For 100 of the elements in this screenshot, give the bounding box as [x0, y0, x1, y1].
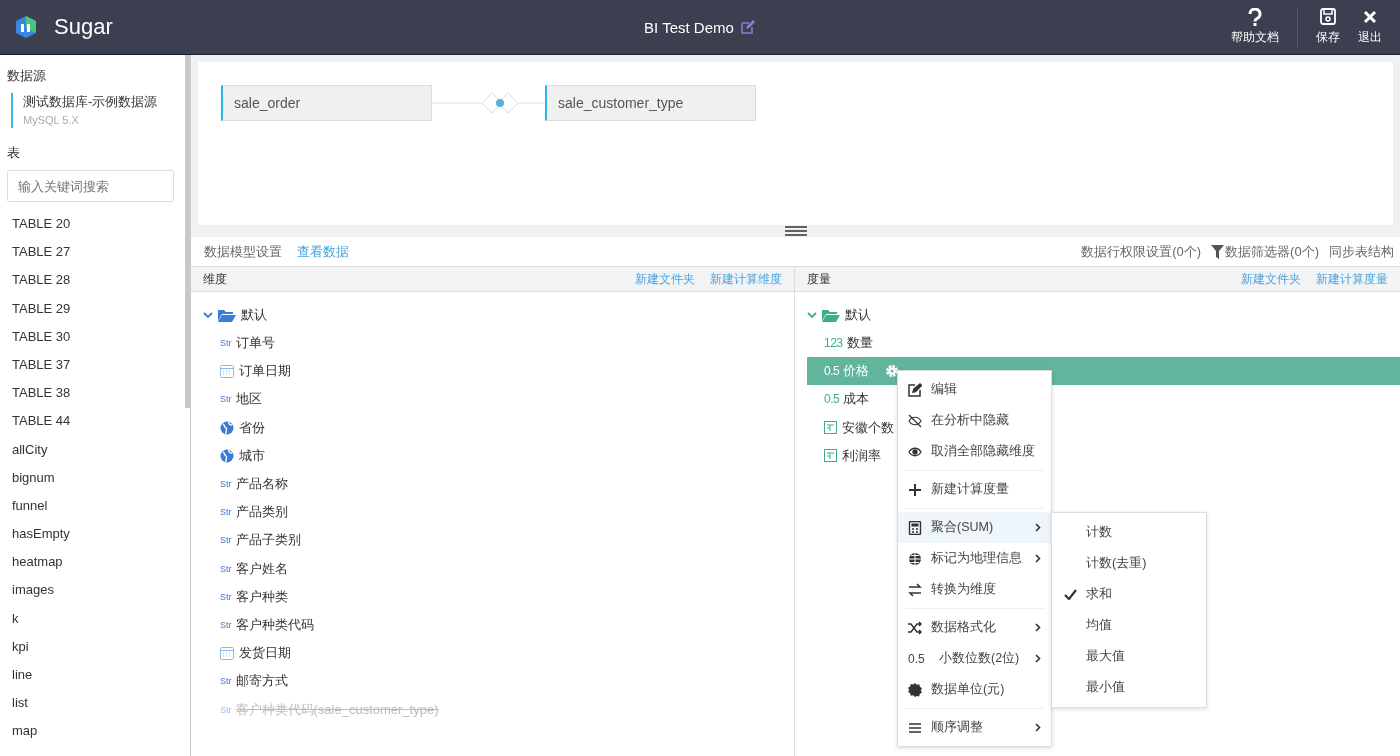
table-item[interactable]: TABLE 29: [7, 294, 185, 323]
type-label: Str: [220, 479, 232, 490]
table-item[interactable]: images: [7, 576, 185, 605]
scrollbar[interactable]: [185, 55, 190, 408]
filter-button[interactable]: 数据筛选器(0个): [1211, 242, 1319, 261]
edit-icon[interactable]: [739, 19, 756, 35]
table-item[interactable]: k: [7, 604, 185, 633]
close-icon: [1362, 8, 1378, 26]
type-label: Str: [220, 704, 232, 715]
table-item[interactable]: map: [7, 717, 185, 746]
save-button[interactable]: 保存: [1310, 8, 1346, 46]
exit-button[interactable]: 退出: [1352, 8, 1388, 46]
table-item[interactable]: heatmap: [7, 548, 185, 577]
table-item[interactable]: bignum: [7, 463, 185, 492]
table-item[interactable]: TABLE 30: [7, 322, 185, 351]
dimension-item[interactable]: Str 产品类别: [203, 498, 288, 527]
dimension-item[interactable]: Str 客户姓名: [203, 554, 288, 583]
dimension-item[interactable]: 城市: [203, 441, 265, 470]
table-item[interactable]: TABLE 27: [7, 238, 185, 267]
dimension-item[interactable]: 订单日期: [203, 357, 291, 386]
panel-title: 度量: [807, 270, 831, 288]
formula-icon: [824, 449, 837, 463]
table-item[interactable]: hasEmpty: [7, 520, 185, 549]
menu-item[interactable]: 聚合(SUM): [898, 512, 1051, 543]
help-button[interactable]: 帮助文档: [1225, 8, 1285, 46]
globe-icon: [220, 420, 234, 435]
section-heading: 表: [7, 144, 21, 162]
table-item[interactable]: funnel: [7, 491, 185, 521]
table-item[interactable]: TABLE 37: [7, 350, 185, 380]
submenu-item[interactable]: 最大值: [1052, 641, 1206, 672]
drag-handle-icon[interactable]: [784, 226, 807, 236]
swap-arrows-icon: [908, 582, 922, 597]
type-label: Str: [220, 563, 232, 574]
section-heading: 数据源: [7, 67, 47, 85]
submenu-item[interactable]: 最小值: [1052, 672, 1206, 703]
type-label: 0.5: [824, 392, 840, 407]
menu-item[interactable]: 顺序调整: [898, 712, 1051, 743]
menu-item[interactable]: 标记为地理信息: [898, 543, 1051, 574]
globe-icon: [908, 551, 922, 566]
caret-icon: [1035, 723, 1041, 732]
table-item[interactable]: list: [7, 689, 185, 718]
dimension-item[interactable]: Str 客户种类: [203, 582, 288, 611]
datasource-type: MySQL 5.X: [23, 114, 80, 126]
eye-slash-icon: [908, 413, 922, 428]
table-item[interactable]: allCity: [7, 435, 185, 464]
caret-icon: [1035, 654, 1041, 663]
calendar-icon: [220, 646, 234, 661]
toolbar-link[interactable]: 数据行权限设置(0个): [1081, 242, 1202, 261]
menu-item[interactable]: 新建计算度量: [898, 474, 1051, 505]
panel-title: 维度: [203, 270, 227, 288]
table-item[interactable]: TABLE 44: [7, 407, 185, 436]
type-label: 123: [824, 336, 843, 351]
filter-icon: [1211, 244, 1225, 259]
table-item[interactable]: kpi: [7, 632, 185, 661]
edit-icon: [908, 382, 922, 397]
table-node[interactable]: sale_customer_type: [545, 85, 756, 121]
search-field[interactable]: 输入关键词搜索: [7, 170, 174, 202]
table-item[interactable]: line: [7, 661, 185, 690]
section-title: 数据模型设置: [204, 242, 282, 261]
type-label: 0.5: [824, 364, 840, 379]
table-node[interactable]: sale_order: [221, 85, 432, 121]
menu-item[interactable]: 数据单位(元): [898, 674, 1051, 705]
menu-item[interactable]: 取消全部隐藏维度: [898, 436, 1051, 467]
measure-item[interactable]: 0.5 成本: [807, 385, 870, 414]
toolbar-link[interactable]: 同步表结构: [1329, 242, 1394, 261]
dimension-item[interactable]: 发货日期: [203, 639, 291, 668]
chevron-icon[interactable]: [203, 311, 213, 319]
dimension-item[interactable]: Str 客户种类代码: [203, 610, 314, 640]
chevron-icon[interactable]: [807, 311, 817, 319]
dimension-item[interactable]: Str 邮寄方式: [203, 667, 288, 696]
folder-item[interactable]: 默认: [807, 301, 1400, 329]
dimension-item[interactable]: Str 产品名称: [203, 469, 288, 499]
dimension-item[interactable]: Str 订单号: [203, 329, 275, 358]
menu-item[interactable]: 数据格式化: [898, 612, 1051, 643]
submenu-item[interactable]: 求和: [1052, 579, 1206, 610]
table-item[interactable]: TABLE 38: [7, 379, 185, 408]
menu-item[interactable]: 转换为维度: [898, 574, 1051, 605]
type-label: Str: [220, 619, 232, 630]
table-item[interactable]: TABLE 20: [7, 210, 185, 239]
type-label: Str: [220, 591, 232, 602]
settings-icon[interactable]: [885, 364, 900, 379]
measure-item[interactable]: 安徽个数: [807, 413, 894, 442]
folder-icon: [218, 308, 236, 322]
plus-icon: [908, 482, 922, 497]
formula-icon: [824, 421, 837, 435]
caret-icon: [1035, 554, 1041, 563]
folder-item[interactable]: 默认: [203, 301, 794, 329]
table-item[interactable]: TABLE 28: [7, 266, 185, 295]
measure-item[interactable]: 利润率: [807, 441, 881, 470]
submenu-item[interactable]: 均值: [1052, 610, 1206, 641]
dimension-item[interactable]: 省份: [203, 413, 265, 442]
submenu-item[interactable]: 计数(去重): [1052, 548, 1206, 579]
menu-item[interactable]: 在分析中隐藏: [898, 405, 1051, 436]
submenu-item[interactable]: 计数: [1052, 517, 1206, 548]
report-title: BI Test Demo: [644, 18, 734, 36]
dimension-item[interactable]: Str 产品子类别: [203, 526, 301, 555]
menu-item[interactable]: 0.5 小数位数(2位): [898, 643, 1051, 674]
calendar-icon: [220, 364, 234, 379]
measure-item[interactable]: 123 数量: [807, 329, 873, 358]
dimension-item[interactable]: Str 地区: [203, 385, 262, 414]
